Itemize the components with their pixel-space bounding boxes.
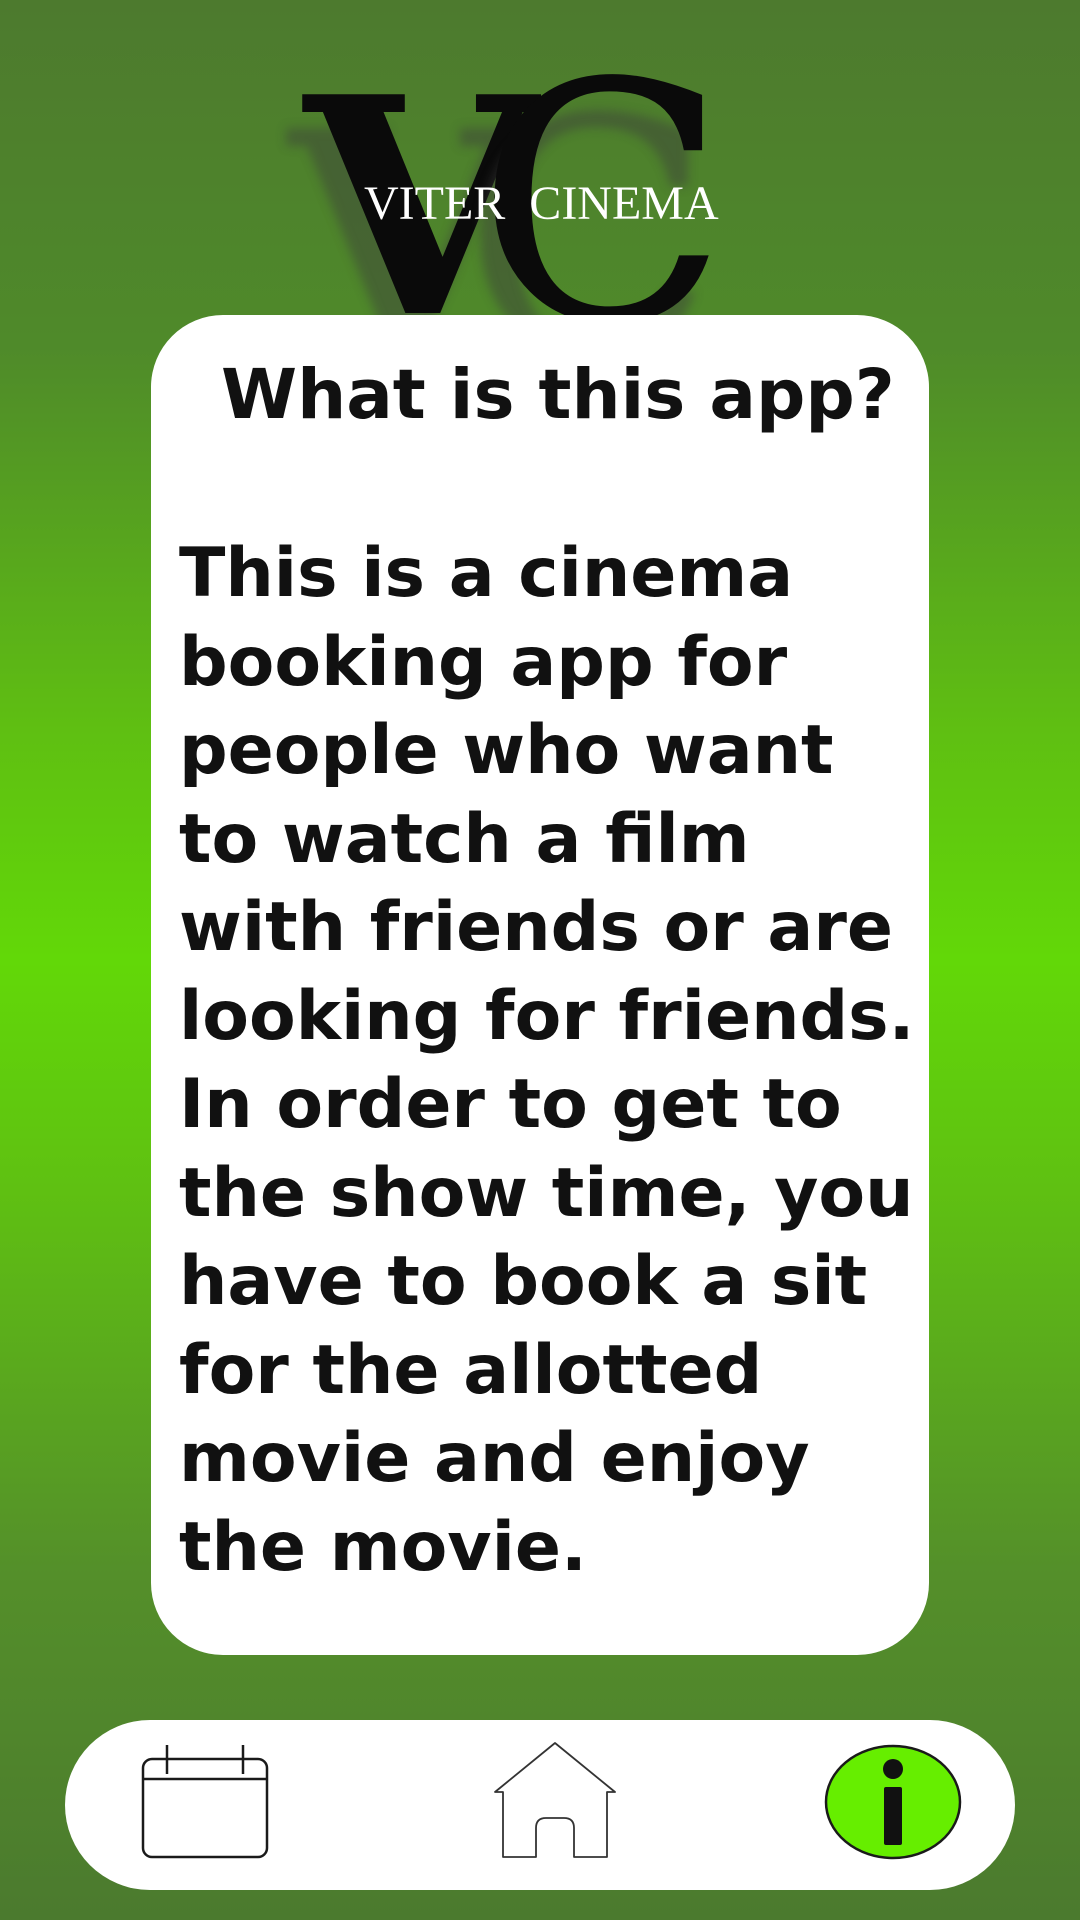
app-logo: V C VITER CINEMA — [290, 40, 790, 370]
info-card: What is this app? This is a cinema booki… — [151, 315, 929, 1655]
nav-home-button[interactable] — [490, 1740, 620, 1860]
bottom-nav — [65, 1720, 1015, 1890]
nav-calendar-button[interactable] — [140, 1742, 270, 1862]
logo-name: VITER CINEMA — [364, 177, 719, 230]
calendar-icon — [141, 1745, 269, 1859]
home-icon — [494, 1742, 616, 1858]
page-title: What is this app? — [221, 355, 895, 435]
info-icon — [824, 1744, 962, 1860]
app-description: This is a cinema booking app for people … — [179, 534, 915, 1587]
nav-info-button[interactable] — [823, 1743, 963, 1861]
